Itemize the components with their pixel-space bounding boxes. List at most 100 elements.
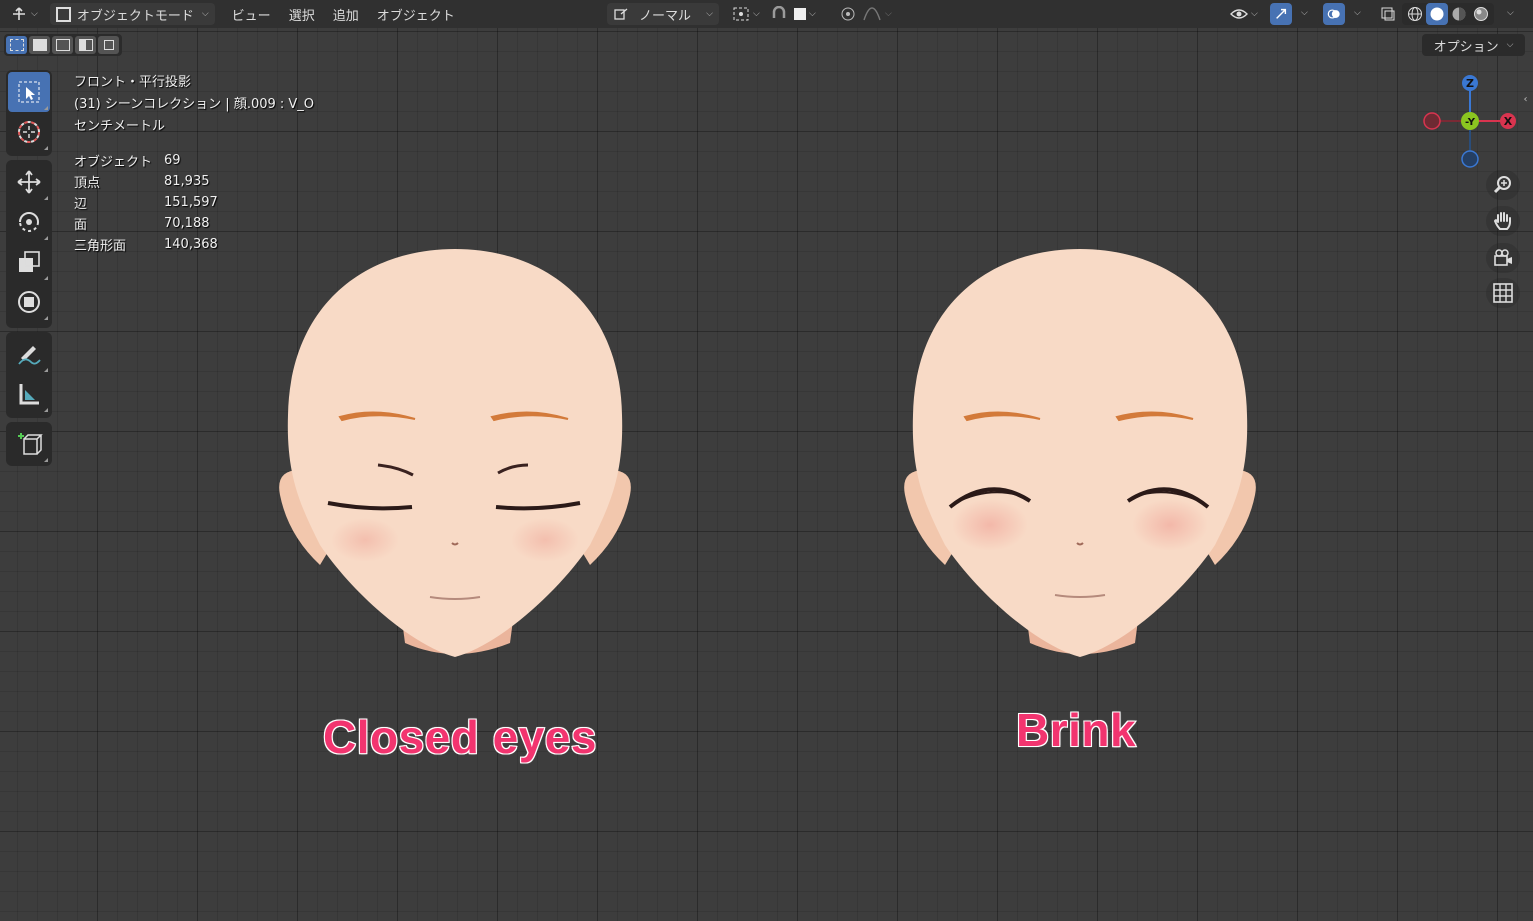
navigation-gizmo[interactable]: Z X -Y	[1420, 70, 1520, 170]
xray-toggle[interactable]	[1376, 3, 1400, 25]
transform-icon	[18, 291, 40, 313]
chevron-down-icon: ⌵	[201, 9, 209, 19]
editor-type-button[interactable]: ⌵	[6, 3, 42, 25]
chevron-down-icon[interactable]: ⌵	[1301, 8, 1308, 18]
overlay-toggle[interactable]	[1323, 3, 1345, 25]
transform-orientation-selector[interactable]: ノーマル ⌵	[607, 3, 719, 25]
stat-label: 頂点	[74, 176, 101, 191]
editor-type-icon	[13, 7, 25, 20]
tool-transform[interactable]	[8, 282, 50, 322]
tool-rotate[interactable]	[8, 202, 50, 242]
viewport-info: フロント・平行投影 (31) シーンコレクション | 顔.009 : V_O セ…	[74, 72, 314, 138]
menu-object[interactable]: オブジェクト	[368, 5, 464, 24]
select-subtract-icon	[55, 39, 70, 51]
chevron-down-icon: ⌵	[809, 9, 816, 19]
chevron-down-icon[interactable]: ⌵	[1354, 8, 1361, 18]
pan-button[interactable]	[1486, 206, 1520, 236]
orientation-icon	[614, 8, 628, 20]
select-invert-button[interactable]	[75, 36, 96, 54]
select-intersect-icon	[103, 40, 114, 50]
falloff-curve-icon	[863, 7, 881, 21]
select-new-icon	[9, 39, 24, 51]
stat-value: 69	[164, 153, 181, 168]
stat-value: 81,935	[164, 174, 210, 189]
shading-wireframe-button[interactable]	[1404, 3, 1426, 25]
shading-rendered-button[interactable]	[1470, 3, 1492, 25]
3d-viewport[interactable]	[0, 28, 1533, 921]
camera-icon	[1494, 249, 1512, 266]
stat-value: 70,188	[164, 216, 210, 231]
object-mode-icon	[55, 6, 71, 22]
pivot-point-button[interactable]: ⌵	[728, 3, 764, 25]
xray-icon	[1381, 7, 1395, 21]
x-axis-label: X	[1504, 115, 1513, 128]
head-closed-eyes[interactable]	[270, 245, 640, 665]
chevron-down-icon: ⌵	[753, 9, 760, 19]
blush-right	[511, 518, 579, 562]
toolbar-add-group	[6, 422, 52, 466]
stat-label: 辺	[74, 197, 88, 212]
gizmo-toggle[interactable]	[1270, 3, 1292, 25]
mode-selector[interactable]: オブジェクトモード ⌵	[49, 3, 215, 25]
scene-statistics: オブジェクト 69 頂点 81,935 辺 151,597 面 70,188 三角形面 1…	[74, 150, 218, 255]
select-subtract-button[interactable]	[52, 36, 73, 54]
tool-measure[interactable]	[8, 374, 50, 414]
stat-row: オブジェクト 69	[74, 150, 218, 171]
tool-move[interactable]	[8, 162, 50, 202]
orientation-label: ノーマル	[639, 8, 692, 24]
blush-right	[1132, 499, 1208, 551]
zoom-button[interactable]	[1486, 170, 1520, 200]
sidebar-toggle[interactable]: ‹	[1518, 88, 1533, 110]
blush-left	[952, 499, 1028, 551]
chevron-down-icon: ⌵	[1506, 40, 1514, 50]
neg-z-handle[interactable]	[1461, 150, 1479, 168]
snap-toggle[interactable]	[766, 3, 792, 25]
select-new-button[interactable]	[6, 36, 27, 54]
select-box-icon	[18, 81, 40, 103]
select-extend-button[interactable]	[29, 36, 50, 54]
chevron-down-icon: ⌵	[706, 9, 713, 19]
wireframe-sphere-icon	[1408, 7, 1422, 21]
neg-x-handle[interactable]	[1423, 112, 1441, 130]
tool-scale[interactable]	[8, 242, 50, 282]
cursor-icon	[18, 121, 40, 143]
snap-target-selector[interactable]: ⌵	[790, 3, 820, 25]
shading-material-button[interactable]	[1448, 3, 1470, 25]
snap-square-icon	[794, 8, 806, 20]
stat-value: 151,597	[164, 195, 218, 210]
chevron-left-icon: ‹	[1523, 93, 1528, 105]
collection-info: (31) シーンコレクション | 顔.009 : V_O	[74, 97, 315, 112]
shading-solid-button[interactable]	[1426, 3, 1448, 25]
unit-system: センチメートル	[74, 119, 166, 134]
falloff-selector[interactable]: ⌵	[858, 3, 896, 25]
stat-value: 140,368	[164, 237, 218, 252]
stat-label: 三角形面	[74, 239, 127, 254]
toolbar-select-group	[6, 70, 52, 156]
camera-view-button[interactable]	[1486, 243, 1520, 273]
options-dropdown[interactable]: オプション ⌵	[1422, 34, 1525, 56]
rotate-icon	[19, 212, 39, 232]
tool-select-box[interactable]	[8, 72, 50, 112]
tool-annotate[interactable]	[8, 334, 50, 374]
options-label: オプション	[1433, 39, 1499, 55]
visibility-selector[interactable]: ⌵	[1226, 3, 1262, 25]
head-blink[interactable]	[895, 245, 1265, 665]
mode-label: オブジェクトモード	[76, 8, 194, 24]
add-cube-icon	[18, 433, 43, 455]
pivot-icon	[733, 7, 749, 21]
chevron-down-icon[interactable]: ⌵	[1507, 8, 1514, 18]
menu-view[interactable]: ビュー	[223, 5, 280, 24]
tool-cursor[interactable]	[8, 112, 50, 152]
select-intersect-button[interactable]	[98, 36, 119, 54]
menu-select[interactable]: 選択	[280, 5, 324, 24]
toolbar-annotate-group	[6, 332, 52, 418]
select-invert-icon	[78, 39, 93, 51]
stat-row: 辺 151,597	[74, 192, 218, 213]
chevron-down-icon: ⌵	[31, 9, 38, 19]
menu-add[interactable]: 追加	[324, 5, 368, 24]
tool-add-cube[interactable]	[8, 424, 50, 464]
stat-row: 面 70,188	[74, 213, 218, 234]
perspective-toggle-button[interactable]	[1486, 278, 1520, 308]
rendered-sphere-icon	[1474, 7, 1488, 21]
eye-icon	[1230, 9, 1248, 19]
